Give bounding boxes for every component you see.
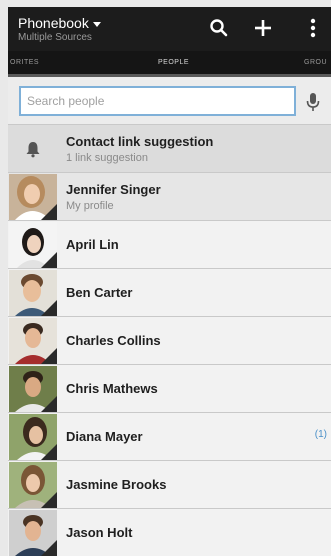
contact-row[interactable]: Chris Mathews xyxy=(8,365,331,413)
contact-name: Charles Collins xyxy=(66,333,161,348)
plus-icon xyxy=(255,20,271,36)
unread-count-badge: (1) xyxy=(314,429,327,440)
avatar xyxy=(9,366,57,412)
microphone-icon xyxy=(306,93,320,111)
avatar xyxy=(9,174,57,220)
tab-favorites[interactable]: ORITES xyxy=(10,59,39,66)
app-header: Phonebook Multiple Sources xyxy=(8,7,331,51)
search-bar xyxy=(8,77,331,125)
phonebook-screen: Phonebook Multiple Sources ORITES PEOPLE xyxy=(0,0,331,556)
contact-name: Jason Holt xyxy=(66,525,133,540)
chevron-down-icon xyxy=(92,21,101,27)
overflow-menu-button[interactable] xyxy=(298,13,328,43)
voice-search-button[interactable] xyxy=(299,89,327,115)
contact-name: Jennifer Singer xyxy=(66,182,161,197)
avatar xyxy=(9,222,57,268)
search-button[interactable] xyxy=(204,13,234,43)
avatar xyxy=(9,414,57,460)
more-vert-icon xyxy=(310,18,316,38)
avatar xyxy=(9,462,57,508)
contact-list: Contact link suggestion 1 link suggestio… xyxy=(8,125,331,556)
suggestion-subtitle: 1 link suggestion xyxy=(66,152,148,164)
contact-row[interactable]: Jason Holt xyxy=(8,509,331,556)
contact-row[interactable]: Diana Mayer (1) xyxy=(8,413,331,461)
contact-name: Jasmine Brooks xyxy=(66,477,167,492)
app-title: Phonebook xyxy=(18,15,89,31)
avatar xyxy=(9,318,57,364)
avatar xyxy=(9,510,57,556)
contact-subtitle: My profile xyxy=(66,200,114,212)
app-title-dropdown[interactable]: Phonebook xyxy=(18,15,101,31)
tab-people[interactable]: PEOPLE xyxy=(158,59,189,66)
contact-row[interactable]: Charles Collins xyxy=(8,317,331,365)
contact-name: Chris Mathews xyxy=(66,381,158,396)
app-subtitle: Multiple Sources xyxy=(18,32,92,43)
add-contact-button[interactable] xyxy=(248,13,278,43)
avatar xyxy=(9,270,57,316)
bell-icon xyxy=(26,142,40,158)
contact-row[interactable]: April Lin xyxy=(8,221,331,269)
contact-row[interactable]: Jasmine Brooks xyxy=(8,461,331,509)
contact-row[interactable]: Jennifer Singer My profile xyxy=(8,173,331,221)
contact-name: April Lin xyxy=(66,237,119,252)
suggestion-title: Contact link suggestion xyxy=(66,134,214,149)
contact-row[interactable]: Ben Carter xyxy=(8,269,331,317)
tab-bar: ORITES PEOPLE GROU xyxy=(8,51,331,77)
contact-name: Ben Carter xyxy=(66,285,133,300)
search-icon xyxy=(210,19,228,37)
tab-groups[interactable]: GROU xyxy=(304,59,327,66)
contact-link-suggestion[interactable]: Contact link suggestion 1 link suggestio… xyxy=(8,125,331,173)
search-input[interactable] xyxy=(19,86,296,116)
contact-name: Diana Mayer xyxy=(66,429,143,444)
